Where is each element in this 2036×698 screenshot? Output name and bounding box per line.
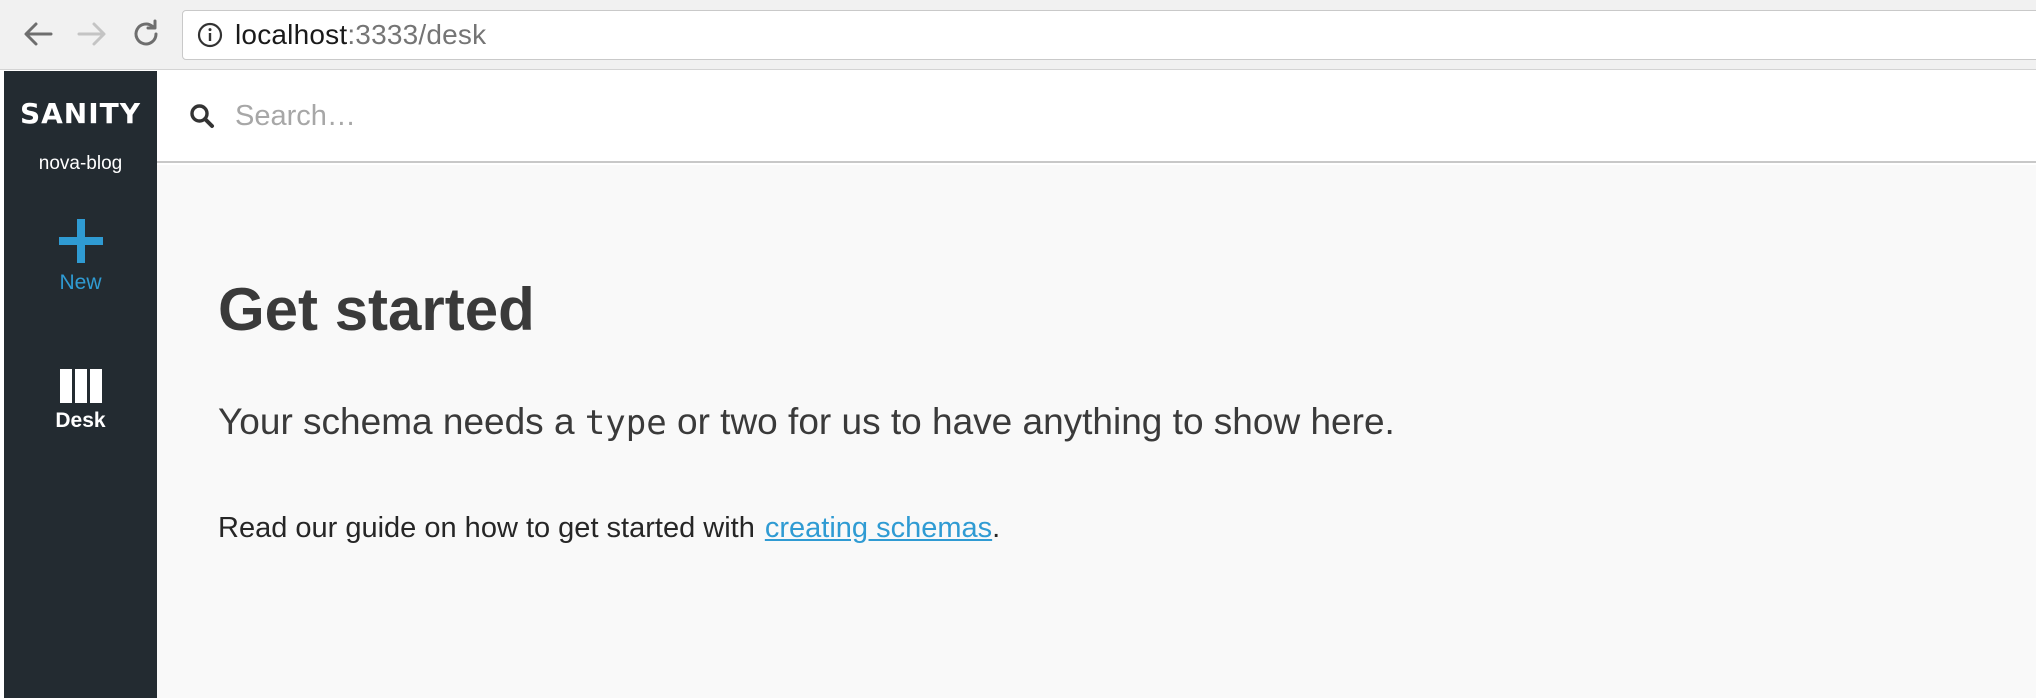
search-icon <box>187 101 217 131</box>
back-button[interactable] <box>20 14 56 54</box>
guide-end: . <box>992 512 1001 544</box>
page-title: Get started <box>218 276 535 343</box>
guide-message: Read our guide on how to get started wit… <box>218 512 1000 545</box>
columns-icon <box>59 369 102 403</box>
reload-button[interactable] <box>128 14 164 54</box>
type-code: type <box>584 403 667 443</box>
forward-button[interactable] <box>74 14 110 54</box>
arrow-left-icon <box>24 22 53 46</box>
schema-message: Your schema needs a type or two for us t… <box>218 401 1395 443</box>
new-document-button[interactable]: New <box>4 217 157 295</box>
address-bar[interactable]: localhost:3333/desk <box>182 10 2036 60</box>
plus-icon <box>57 217 105 265</box>
url-path: :3333/desk <box>347 19 487 50</box>
reload-icon <box>134 19 158 46</box>
sanity-logo[interactable]: SANITY <box>4 97 157 130</box>
browser-toolbar: localhost:3333/desk <box>0 0 2036 70</box>
url-text: localhost:3333/desk <box>235 19 486 51</box>
search-input[interactable] <box>233 98 1733 134</box>
search-bar <box>157 71 2036 163</box>
creating-schemas-link[interactable]: creating schemas <box>765 512 992 544</box>
schema-message-end: or two for us to have anything to show h… <box>666 401 1395 442</box>
project-name: nova-blog <box>38 153 123 174</box>
schema-message-start: Your schema needs a <box>218 401 585 442</box>
guide-text: Read our guide on how to get started wit… <box>218 512 755 544</box>
desk-label: Desk <box>55 409 106 432</box>
info-icon[interactable] <box>197 22 223 48</box>
desk-tool-button[interactable]: Desk <box>4 369 157 433</box>
main-content: Get started Your schema needs a type or … <box>157 165 2036 698</box>
new-label: New <box>59 271 102 294</box>
arrow-right-icon <box>77 22 106 46</box>
url-host: localhost <box>235 19 348 50</box>
sidebar: SANITY nova-blog New Desk <box>4 71 157 698</box>
